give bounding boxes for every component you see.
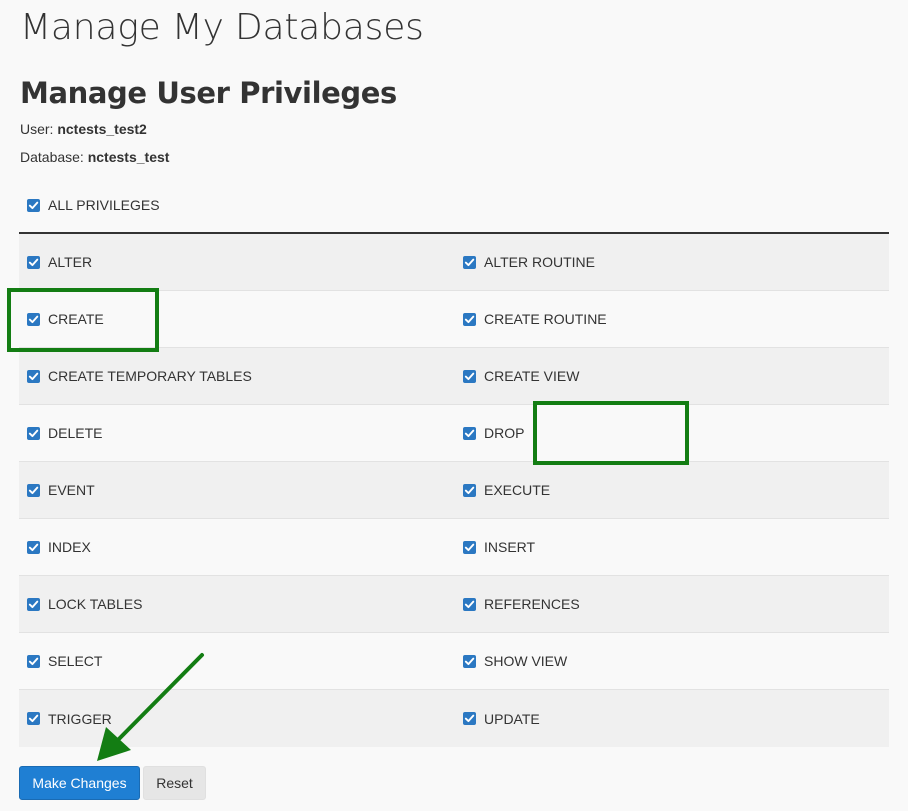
privilege-option-references[interactable]: REFERENCES bbox=[454, 576, 889, 632]
privilege-checkbox-references[interactable] bbox=[463, 597, 476, 611]
reset-button[interactable]: Reset bbox=[143, 766, 206, 800]
privilege-option-create[interactable]: CREATE bbox=[19, 291, 454, 347]
privilege-label: INSERT bbox=[484, 539, 536, 555]
privilege-option-execute[interactable]: EXECUTE bbox=[454, 462, 889, 518]
privilege-checkbox-create-view[interactable] bbox=[463, 369, 476, 383]
privilege-option-alter[interactable]: ALTER bbox=[19, 234, 454, 290]
privilege-option-delete[interactable]: DELETE bbox=[19, 405, 454, 461]
privilege-label: ALTER ROUTINE bbox=[484, 254, 595, 270]
privilege-row: SELECT SHOW VIEW bbox=[19, 633, 889, 690]
user-info: User: nctests_test2 bbox=[20, 120, 147, 138]
make-changes-button[interactable]: Make Changes bbox=[19, 766, 140, 800]
privilege-row: TRIGGER UPDATE bbox=[19, 690, 889, 747]
privilege-option-event[interactable]: EVENT bbox=[19, 462, 454, 518]
page-title: Manage My Databases bbox=[20, 7, 424, 48]
privilege-option-create-view[interactable]: CREATE VIEW bbox=[454, 348, 889, 404]
privilege-label: SELECT bbox=[48, 653, 103, 669]
privilege-label: EXECUTE bbox=[484, 482, 551, 498]
privilege-checkbox-insert[interactable] bbox=[463, 540, 476, 554]
privilege-option-index[interactable]: INDEX bbox=[19, 519, 454, 575]
privilege-label: UPDATE bbox=[484, 710, 540, 727]
privilege-label: TRIGGER bbox=[48, 710, 112, 727]
privilege-checkbox-create[interactable] bbox=[27, 312, 40, 326]
privilege-checkbox-execute[interactable] bbox=[463, 483, 476, 497]
privilege-option-create-temporary-tables[interactable]: CREATE TEMPORARY TABLES bbox=[19, 348, 454, 404]
privilege-checkbox-show-view[interactable] bbox=[463, 654, 476, 668]
privilege-row: EVENT EXECUTE bbox=[19, 462, 889, 519]
privilege-checkbox-index[interactable] bbox=[27, 540, 40, 554]
privilege-label: CREATE VIEW bbox=[484, 368, 580, 384]
privilege-option-lock-tables[interactable]: LOCK TABLES bbox=[19, 576, 454, 632]
privilege-row: LOCK TABLES REFERENCES bbox=[19, 576, 889, 633]
privilege-row: CREATE CREATE ROUTINE bbox=[19, 291, 889, 348]
all-privileges-label: ALL PRIVILEGES bbox=[48, 197, 160, 213]
privilege-label: LOCK TABLES bbox=[48, 596, 143, 612]
privilege-label: EVENT bbox=[48, 482, 95, 498]
privileges-table: ALTER ALTER ROUTINE CREATE CREATE ROUTINE CR… bbox=[19, 232, 889, 747]
privilege-label: REFERENCES bbox=[484, 596, 580, 612]
privilege-checkbox-select[interactable] bbox=[27, 654, 40, 668]
privilege-option-create-routine[interactable]: CREATE ROUTINE bbox=[454, 291, 889, 347]
privilege-label: ALTER bbox=[48, 254, 93, 270]
database-value: nctests_test bbox=[87, 149, 170, 165]
privilege-option-insert[interactable]: INSERT bbox=[454, 519, 889, 575]
privilege-label: INDEX bbox=[48, 539, 91, 555]
privilege-row: DELETE DROP bbox=[19, 405, 889, 462]
user-label: User: bbox=[20, 121, 54, 137]
privilege-label: DROP bbox=[484, 425, 525, 441]
privilege-option-drop[interactable]: DROP bbox=[454, 405, 889, 461]
privilege-label: SHOW VIEW bbox=[484, 653, 568, 669]
privilege-label: CREATE bbox=[48, 311, 104, 327]
all-privileges-checkbox[interactable] bbox=[27, 198, 40, 212]
privilege-option-update[interactable]: UPDATE bbox=[454, 690, 889, 747]
privilege-checkbox-trigger[interactable] bbox=[27, 712, 40, 725]
privilege-checkbox-alter[interactable] bbox=[27, 255, 40, 269]
user-value: nctests_test2 bbox=[57, 121, 147, 137]
privilege-row: INDEX INSERT bbox=[19, 519, 889, 576]
privilege-checkbox-delete[interactable] bbox=[27, 426, 40, 440]
privilege-checkbox-update[interactable] bbox=[463, 712, 476, 725]
privilege-option-trigger[interactable]: TRIGGER bbox=[19, 690, 454, 747]
privilege-checkbox-lock-tables[interactable] bbox=[27, 597, 40, 611]
privilege-checkbox-create-temporary-tables[interactable] bbox=[27, 369, 40, 383]
privilege-row: ALTER ALTER ROUTINE bbox=[19, 234, 889, 291]
privilege-label: CREATE ROUTINE bbox=[484, 311, 607, 327]
privilege-row: CREATE TEMPORARY TABLES CREATE VIEW bbox=[19, 348, 889, 405]
database-label: Database: bbox=[20, 149, 84, 165]
all-privileges-option[interactable]: ALL PRIVILEGES bbox=[27, 196, 160, 214]
privilege-checkbox-alter-routine[interactable] bbox=[463, 255, 476, 269]
database-info: Database: nctests_test bbox=[20, 148, 169, 166]
privilege-label: DELETE bbox=[48, 425, 103, 441]
privilege-label: CREATE TEMPORARY TABLES bbox=[48, 368, 252, 384]
privilege-option-select[interactable]: SELECT bbox=[19, 633, 454, 689]
privilege-checkbox-create-routine[interactable] bbox=[463, 312, 476, 326]
privilege-checkbox-event[interactable] bbox=[27, 483, 40, 497]
privilege-option-show-view[interactable]: SHOW VIEW bbox=[454, 633, 889, 689]
section-title: Manage User Privileges bbox=[20, 76, 397, 110]
privilege-option-alter-routine[interactable]: ALTER ROUTINE bbox=[454, 234, 889, 290]
privilege-checkbox-drop[interactable] bbox=[463, 426, 476, 440]
